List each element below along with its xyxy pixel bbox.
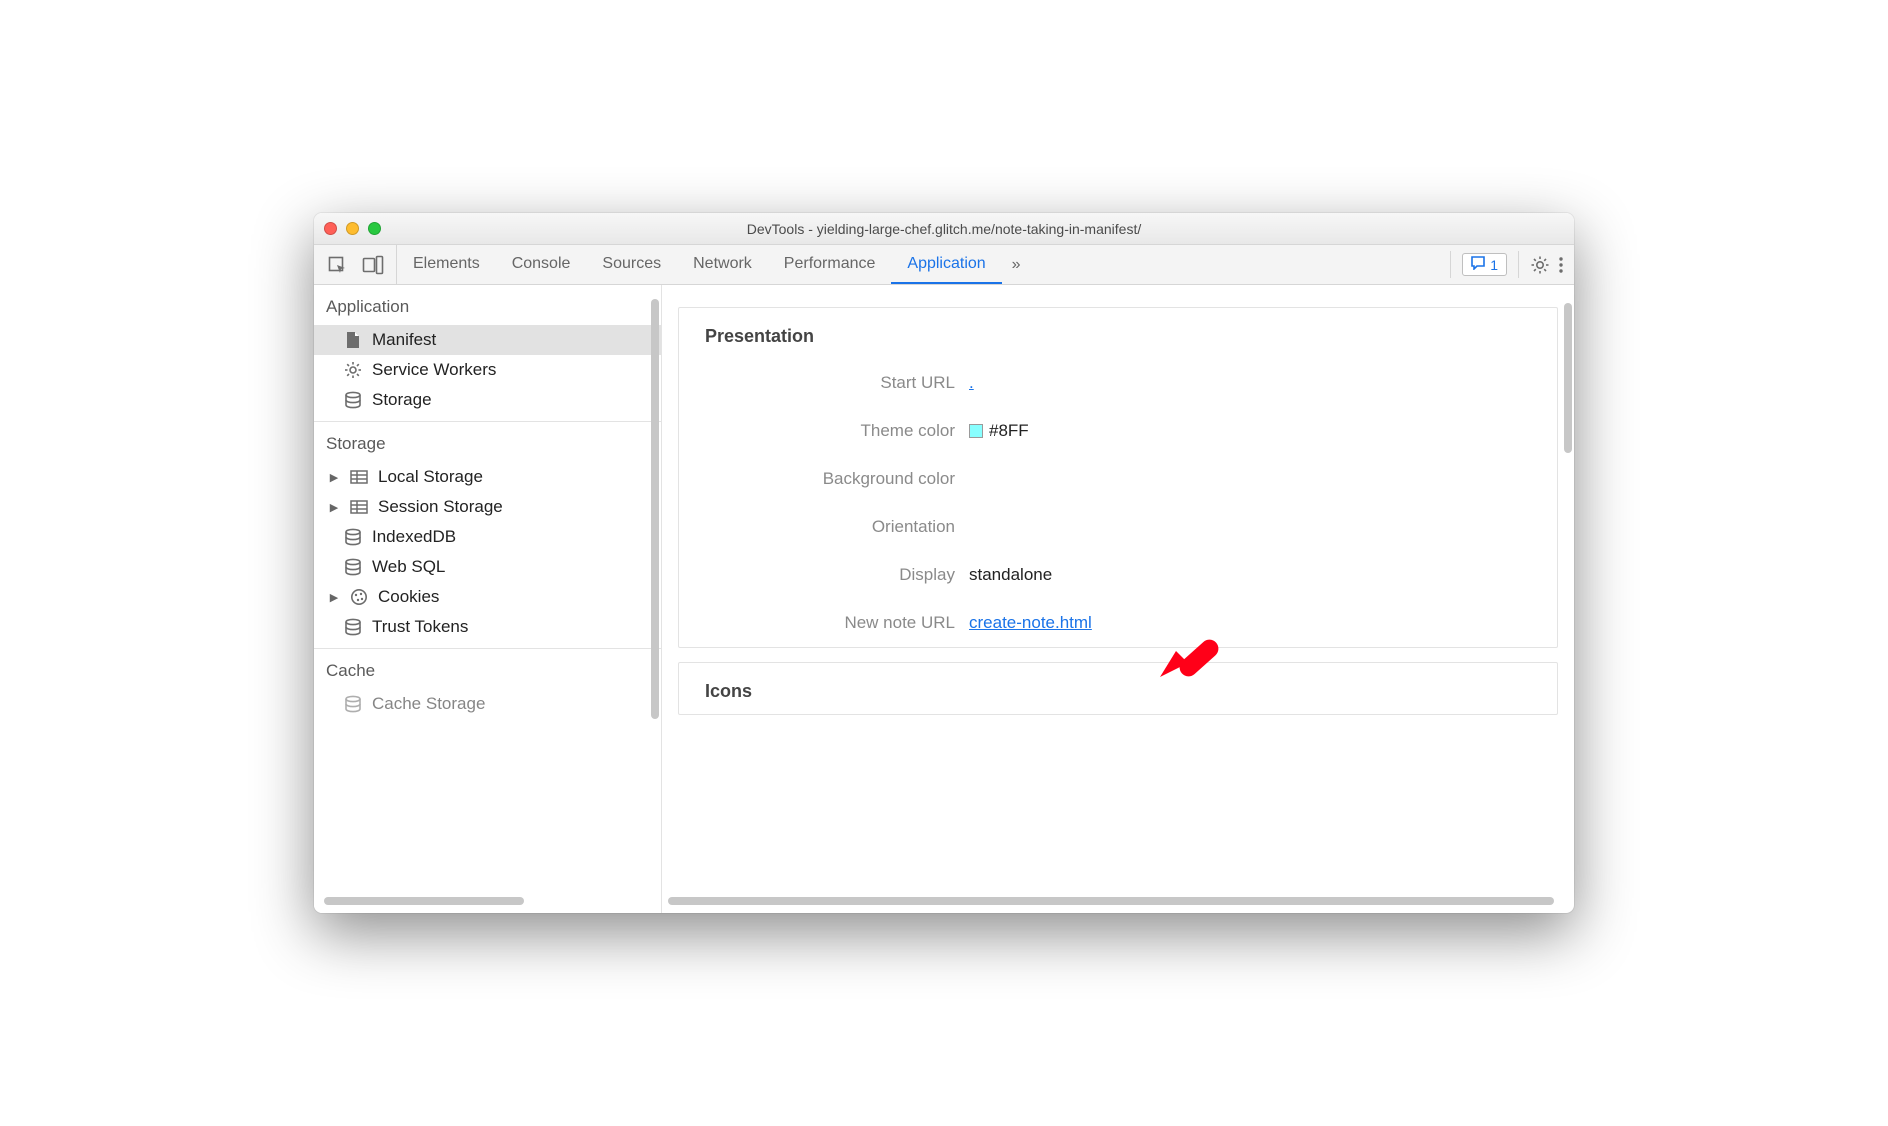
sidebar-item-label: Session Storage [378,497,503,517]
sidebar-item-label: Service Workers [372,360,496,380]
file-icon [342,329,364,351]
tab-label: Network [693,255,752,273]
row-orientation: Orientation [679,503,1557,551]
chevron-double-right-icon: » [1012,256,1021,274]
divider [1450,251,1451,278]
tab-application[interactable]: Application [891,245,1001,284]
row-new-note-url: New note URL create-note.html [679,599,1557,647]
devtools-body: Application Manifest Service Workers Sto… [314,285,1574,913]
sidebar: Application Manifest Service Workers Sto… [314,285,662,913]
sidebar-item-label: Local Storage [378,467,483,487]
sidebar-item-cache-storage[interactable]: Cache Storage [314,689,661,719]
table-icon [348,496,370,518]
tab-elements[interactable]: Elements [397,245,496,284]
sidebar-scrollbar[interactable] [651,299,659,719]
sidebar-item-service-workers[interactable]: Service Workers [314,355,661,385]
sidebar-item-label: Cache Storage [372,694,485,714]
sidebar-item-label: IndexedDB [372,527,456,547]
presentation-panel: Presentation Start URL . Theme color #8F… [678,307,1558,648]
cookie-icon [348,586,370,608]
row-label: Background color [679,469,969,489]
gear-icon [342,359,364,381]
database-icon [342,389,364,411]
row-start-url: Start URL . [679,359,1557,407]
sidebar-item-manifest[interactable]: Manifest [314,325,661,355]
window-title: DevTools - yielding-large-chef.glitch.me… [314,221,1574,237]
tab-label: Application [907,255,985,273]
sidebar-section-storage: Storage ▶ Local Storage ▶ Session Storag… [314,422,661,649]
settings-gear-icon[interactable] [1530,255,1550,275]
database-icon [342,556,364,578]
row-theme-color: Theme color #8FF [679,407,1557,455]
icons-panel: Icons [678,662,1558,715]
new-note-url-link[interactable]: create-note.html [969,613,1092,633]
sidebar-item-session-storage[interactable]: ▶ Session Storage [314,492,661,522]
database-icon [342,693,364,715]
more-options-icon[interactable] [1558,255,1564,275]
window-titlebar: DevTools - yielding-large-chef.glitch.me… [314,213,1574,245]
tab-label: Elements [413,255,480,273]
sidebar-h-scrollbar[interactable] [324,897,524,905]
content-scrollbar[interactable] [1564,303,1572,453]
tab-network[interactable]: Network [677,245,768,284]
row-label: Theme color [679,421,969,441]
content-pane: Presentation Start URL . Theme color #8F… [662,285,1574,913]
tab-label: Sources [602,255,661,273]
tabs-overflow-button[interactable]: » [1002,245,1031,284]
sidebar-section-cache: Cache Cache Storage [314,649,661,725]
row-value: standalone [969,565,1052,585]
section-title: Storage [314,430,661,462]
row-background-color: Background color [679,455,1557,503]
sidebar-item-local-storage[interactable]: ▶ Local Storage [314,462,661,492]
disclosure-triangle-icon[interactable]: ▶ [328,471,340,484]
section-title: Application [314,293,661,325]
sidebar-item-cookies[interactable]: ▶ Cookies [314,582,661,612]
tab-sources[interactable]: Sources [586,245,677,284]
sidebar-item-label: Cookies [378,587,439,607]
database-icon [342,526,364,548]
issues-icon [1471,256,1485,273]
tab-performance[interactable]: Performance [768,245,892,284]
start-url-link[interactable]: . [969,373,974,393]
row-value: #8FF [989,421,1029,441]
sidebar-item-storage[interactable]: Storage [314,385,661,415]
tab-label: Console [512,255,571,273]
sidebar-item-label: Trust Tokens [372,617,468,637]
divider [1518,251,1519,278]
issues-count: 1 [1490,257,1498,273]
issues-button[interactable]: 1 [1462,253,1507,276]
table-icon [348,466,370,488]
row-label: Start URL [679,373,969,393]
sidebar-section-application: Application Manifest Service Workers Sto… [314,285,661,422]
devtools-toolbar: Elements Console Sources Network Perform… [314,245,1574,285]
panel-tabs: Elements Console Sources Network Perform… [397,245,1437,284]
color-swatch [969,424,983,438]
sidebar-item-web-sql[interactable]: Web SQL [314,552,661,582]
devtools-window: DevTools - yielding-large-chef.glitch.me… [314,213,1574,913]
tab-console[interactable]: Console [496,245,587,284]
sidebar-item-indexeddb[interactable]: IndexedDB [314,522,661,552]
disclosure-triangle-icon[interactable]: ▶ [328,501,340,514]
content-h-scrollbar[interactable] [668,897,1554,905]
sidebar-item-label: Storage [372,390,432,410]
tab-label: Performance [784,255,876,273]
sidebar-item-label: Web SQL [372,557,445,577]
section-title: Cache [314,657,661,689]
row-label: Display [679,565,969,585]
panel-heading: Presentation [679,308,1557,359]
sidebar-item-label: Manifest [372,330,436,350]
row-label: New note URL [679,613,969,633]
row-display: Display standalone [679,551,1557,599]
toggle-device-icon[interactable] [362,254,384,276]
row-label: Orientation [679,517,969,537]
sidebar-item-trust-tokens[interactable]: Trust Tokens [314,612,661,642]
disclosure-triangle-icon[interactable]: ▶ [328,591,340,604]
inspect-element-icon[interactable] [326,254,348,276]
database-icon [342,616,364,638]
panel-heading: Icons [679,663,1557,714]
